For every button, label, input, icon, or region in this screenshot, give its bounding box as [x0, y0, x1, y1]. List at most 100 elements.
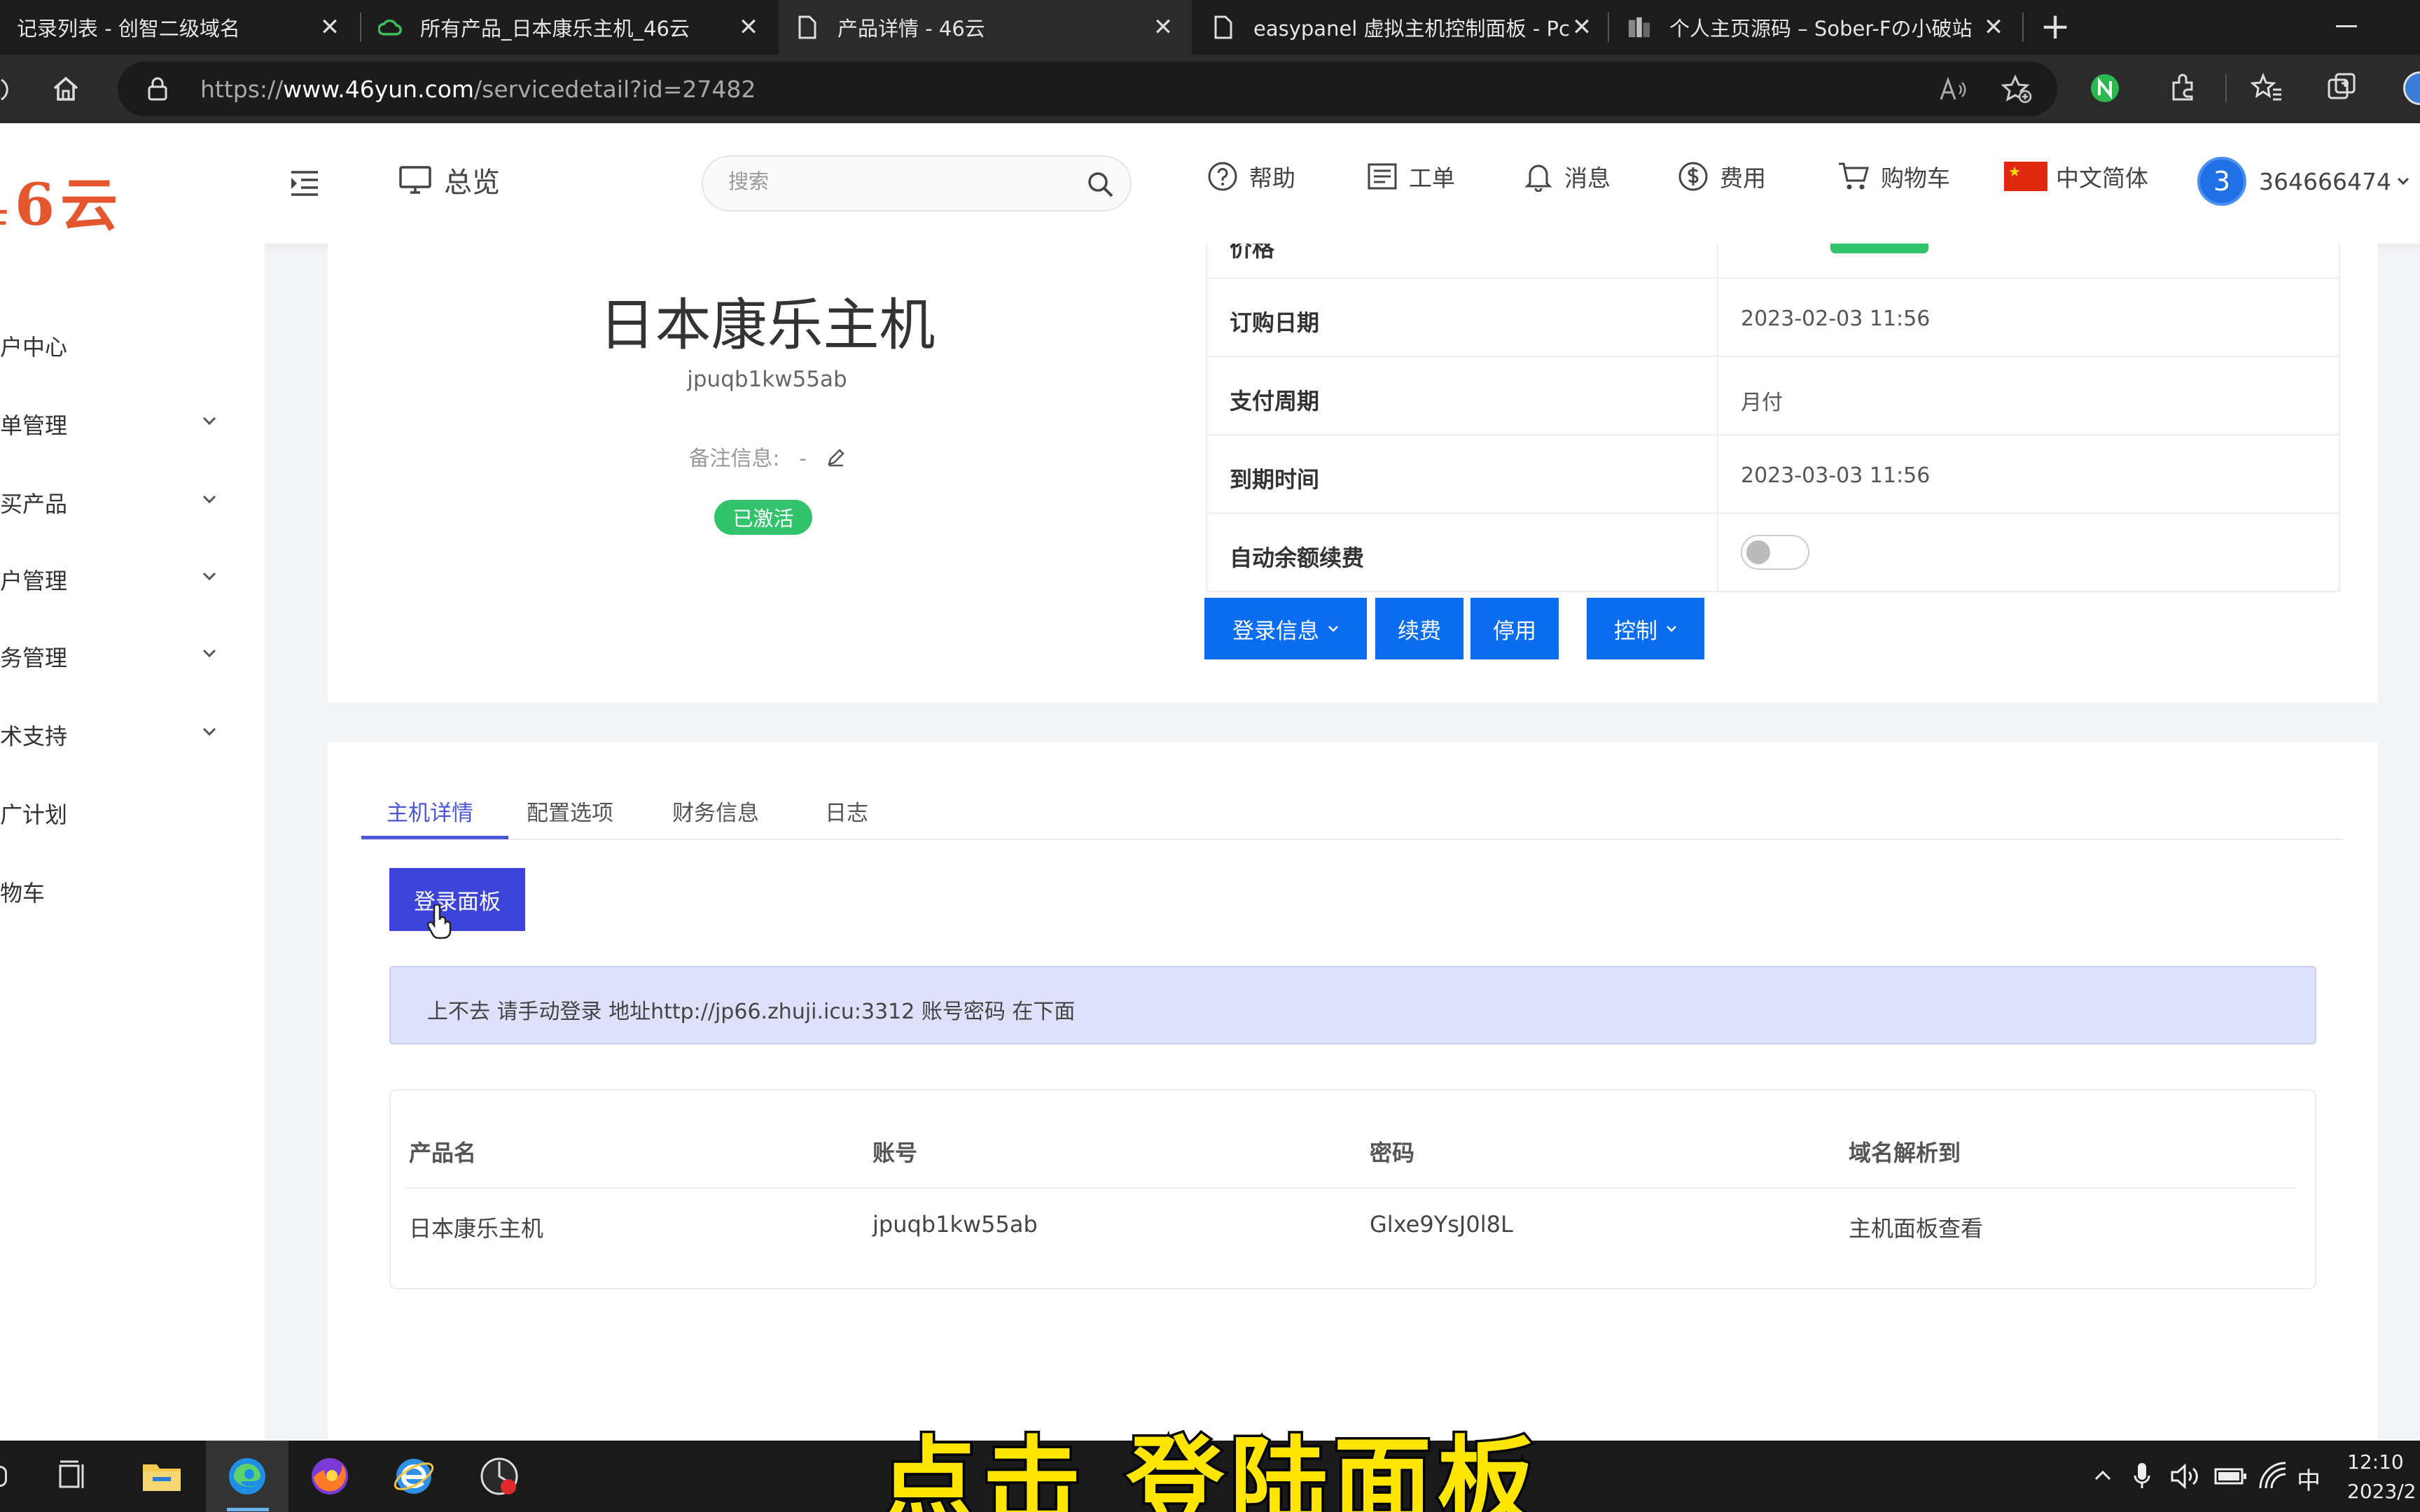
- site-icon: [1627, 15, 1651, 39]
- extensions-icon[interactable]: [2167, 71, 2199, 104]
- cell-domain-link[interactable]: 主机面板查看: [1849, 1211, 1983, 1243]
- detail-tabs: 主机详情 配置选项 财务信息 日志: [361, 742, 2343, 840]
- chevron-down-icon: [202, 727, 216, 736]
- remark-label: 备注信息:: [688, 447, 780, 471]
- home-icon[interactable]: [50, 73, 81, 104]
- profile-icon[interactable]: [2403, 71, 2420, 105]
- tab-logs[interactable]: 日志: [825, 795, 868, 827]
- tab-finance-info[interactable]: 财务信息: [672, 795, 759, 827]
- price-badge: [1830, 244, 1928, 253]
- credentials-table: 产品名 账号 密码 域名解析到 日本康乐主机 jpuqb1kw55ab Glxe…: [389, 1089, 2316, 1289]
- cell-account: jpuqb1kw55ab: [872, 1211, 1038, 1238]
- chevron-down-icon: [1328, 626, 1338, 632]
- cart-icon: [1839, 162, 1869, 190]
- new-tab-button[interactable]: +: [2038, 8, 2073, 45]
- close-icon[interactable]: ✕: [318, 15, 342, 39]
- browser-tab-2[interactable]: 所有产品_日本康乐主机_46云 ✕: [361, 0, 777, 55]
- bell-icon: [1524, 164, 1552, 192]
- billing-link[interactable]: 费用: [1678, 160, 1766, 193]
- product-name: 日本康乐主机: [599, 294, 936, 356]
- collections-icon[interactable]: [2326, 71, 2358, 104]
- tab-config-options[interactable]: 配置选项: [527, 795, 613, 827]
- remark-value: -: [799, 447, 807, 471]
- chevron-down-icon: [1667, 626, 1676, 632]
- language-selector[interactable]: 中文简体: [2004, 160, 2148, 193]
- help-link[interactable]: 帮助: [1207, 160, 1295, 193]
- extension-n-icon[interactable]: [2089, 73, 2120, 104]
- info-key: 到期时间: [1230, 466, 1320, 493]
- ticket-label: 工单: [1409, 164, 1455, 192]
- user-menu[interactable]: 3 364666474: [2197, 157, 2420, 206]
- browser-tab-4[interactable]: easypanel 虚拟主机控制面板 - Pc ✕: [1195, 0, 1611, 55]
- lock-icon[interactable]: [146, 76, 169, 102]
- remark-info: 备注信息: -: [328, 441, 1206, 472]
- site-logo[interactable]: 46云: [0, 158, 123, 241]
- info-row-auto-renew: 自动余额续费: [1207, 514, 2339, 592]
- read-aloud-icon[interactable]: [1938, 76, 1969, 104]
- refresh-icon[interactable]: [0, 76, 13, 104]
- cart-link[interactable]: 购物车: [1837, 160, 1950, 193]
- column-header: 密码: [1370, 1140, 1415, 1166]
- messages-link[interactable]: 消息: [1524, 160, 1611, 193]
- cloud-icon: [378, 15, 402, 39]
- column-header: 账号: [872, 1140, 918, 1166]
- info-row-expiry: 到期时间 2023-03-03 11:56: [1207, 435, 2339, 514]
- overview-link[interactable]: 总览: [398, 160, 500, 200]
- info-key: 自动余额续费: [1230, 545, 1365, 571]
- edit-icon[interactable]: [826, 447, 846, 467]
- login-panel-button[interactable]: 登录面板: [389, 868, 525, 931]
- info-value: 月付: [1741, 391, 1783, 415]
- cell-product-name: 日本康乐主机: [409, 1215, 544, 1242]
- info-row-order-date: 订购日期 2023-02-03 11:56: [1207, 279, 2339, 357]
- product-card: 日本康乐主机 jpuqb1kw55ab 备注信息: - 已激活 价格 订购日期 …: [328, 244, 2378, 703]
- sidebar-item-buy-products[interactable]: 买产品: [0, 482, 265, 524]
- search-box[interactable]: [702, 155, 1132, 211]
- sidebar-item-account[interactable]: 户管理: [0, 559, 265, 601]
- close-icon[interactable]: ✕: [1151, 15, 1175, 39]
- info-value: 2023-03-03 11:56: [1741, 463, 1931, 488]
- minimize-button[interactable]: [2336, 25, 2357, 27]
- chevron-down-icon: [202, 649, 216, 658]
- search-icon[interactable]: [1087, 171, 1115, 199]
- sidebar-item-label: 单管理: [0, 412, 68, 439]
- info-row-billing-cycle: 支付周期 月付: [1207, 357, 2339, 435]
- sidebar-item-label: 买产品: [0, 491, 68, 517]
- close-icon[interactable]: ✕: [737, 15, 760, 39]
- menu-collapse-icon[interactable]: [288, 169, 321, 197]
- url-text: https://www.46yun.com/servicedetail?id=2…: [200, 76, 756, 103]
- browser-tab-5[interactable]: 个人主页源码 – Sober-Fの小破站 ✕: [1611, 0, 2022, 55]
- ticket-icon: [1368, 163, 1397, 190]
- login-info-label: 登录信息: [1232, 618, 1319, 644]
- sidebar-item-orders[interactable]: 单管理: [0, 403, 265, 445]
- disable-button[interactable]: 停用: [1470, 598, 1559, 659]
- browser-tab-3[interactable]: 产品详情 - 46云 ✕: [779, 0, 1192, 55]
- tab-host-details[interactable]: 主机详情: [387, 795, 473, 827]
- sidebar-item-label: 广计划: [0, 802, 68, 828]
- sidebar-item-cart[interactable]: 物车: [0, 871, 265, 913]
- login-info-button[interactable]: 登录信息: [1204, 598, 1367, 659]
- close-icon[interactable]: ✕: [1982, 15, 2005, 39]
- language-label: 中文简体: [2056, 164, 2148, 192]
- host-detail-card: 主机详情 配置选项 财务信息 日志 登录面板 上不去 请手动登录 地址http:…: [328, 742, 2378, 1441]
- browser-tab-1[interactable]: 记录列表 - 创智二级域名 ✕: [0, 0, 359, 55]
- sidebar-item-affiliate[interactable]: 广计划: [0, 792, 265, 834]
- sidebar-item-support[interactable]: 术支持: [0, 714, 265, 756]
- info-value: 2023-02-03 11:56: [1741, 307, 1931, 331]
- sidebar-item-services[interactable]: 务管理: [0, 636, 265, 678]
- browser-tab-bar: 记录列表 - 创智二级域名 ✕ 所有产品_日本康乐主机_46云 ✕ 产品详情 -…: [0, 0, 2420, 55]
- favorite-add-icon[interactable]: [2001, 74, 2033, 105]
- hand-cursor-icon: [426, 904, 452, 939]
- page-icon: [795, 15, 819, 39]
- control-button[interactable]: 控制: [1587, 598, 1704, 659]
- sidebar-item-user-center[interactable]: 户中心: [0, 325, 265, 367]
- chevron-down-icon: [202, 495, 216, 504]
- address-bar[interactable]: https://www.46yun.com/servicedetail?id=2…: [118, 62, 2057, 116]
- product-id: jpuqb1kw55ab: [687, 367, 847, 392]
- chevron-down-icon: [202, 572, 216, 581]
- renew-button[interactable]: 续费: [1375, 598, 1463, 659]
- search-input[interactable]: [728, 171, 1064, 194]
- close-icon[interactable]: ✕: [1570, 15, 1594, 39]
- ticket-link[interactable]: 工单: [1367, 160, 1455, 193]
- favorites-icon[interactable]: [2251, 71, 2283, 104]
- auto-renew-toggle[interactable]: [1741, 535, 1809, 570]
